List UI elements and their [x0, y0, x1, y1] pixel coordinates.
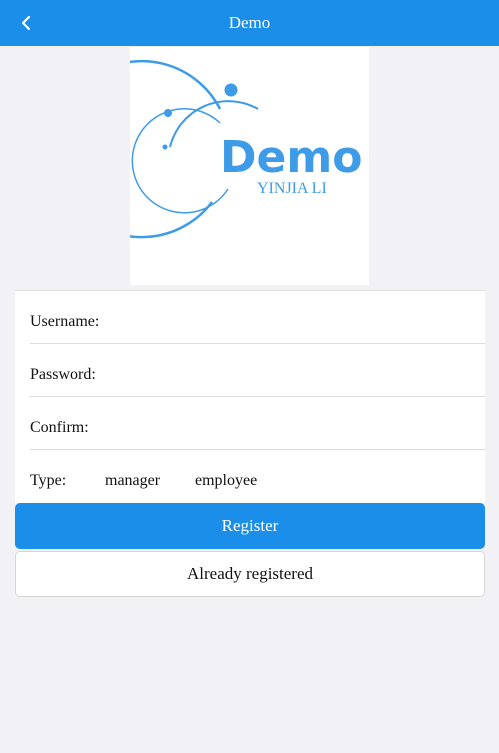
confirm-input[interactable] [118, 413, 468, 439]
already-registered-button[interactable]: Already registered [15, 551, 485, 597]
password-row: Password: [30, 344, 485, 397]
register-form: Username: Password: Confirm: Type: manag… [15, 290, 485, 503]
username-label: Username: [30, 313, 100, 330]
app-header: Demo [0, 0, 499, 46]
type-option-employee[interactable]: employee [195, 472, 257, 490]
confirm-row: Confirm: [30, 397, 485, 450]
type-option-manager[interactable]: manager [105, 472, 160, 490]
register-button[interactable]: Register [15, 503, 485, 549]
password-label: Password: [30, 366, 96, 383]
page-title: Demo [228, 13, 271, 32]
logo-subtitle: YINJIA LI [257, 180, 327, 197]
logo-image: Demo YINJIA LI [130, 47, 369, 285]
username-input[interactable] [118, 307, 468, 333]
password-input[interactable] [118, 360, 468, 386]
username-row: Username: [30, 291, 485, 344]
type-row: Type: manager employee [30, 450, 485, 502]
logo-word: Demo [220, 132, 362, 183]
type-label: Type: [30, 472, 67, 489]
confirm-label: Confirm: [30, 419, 89, 436]
